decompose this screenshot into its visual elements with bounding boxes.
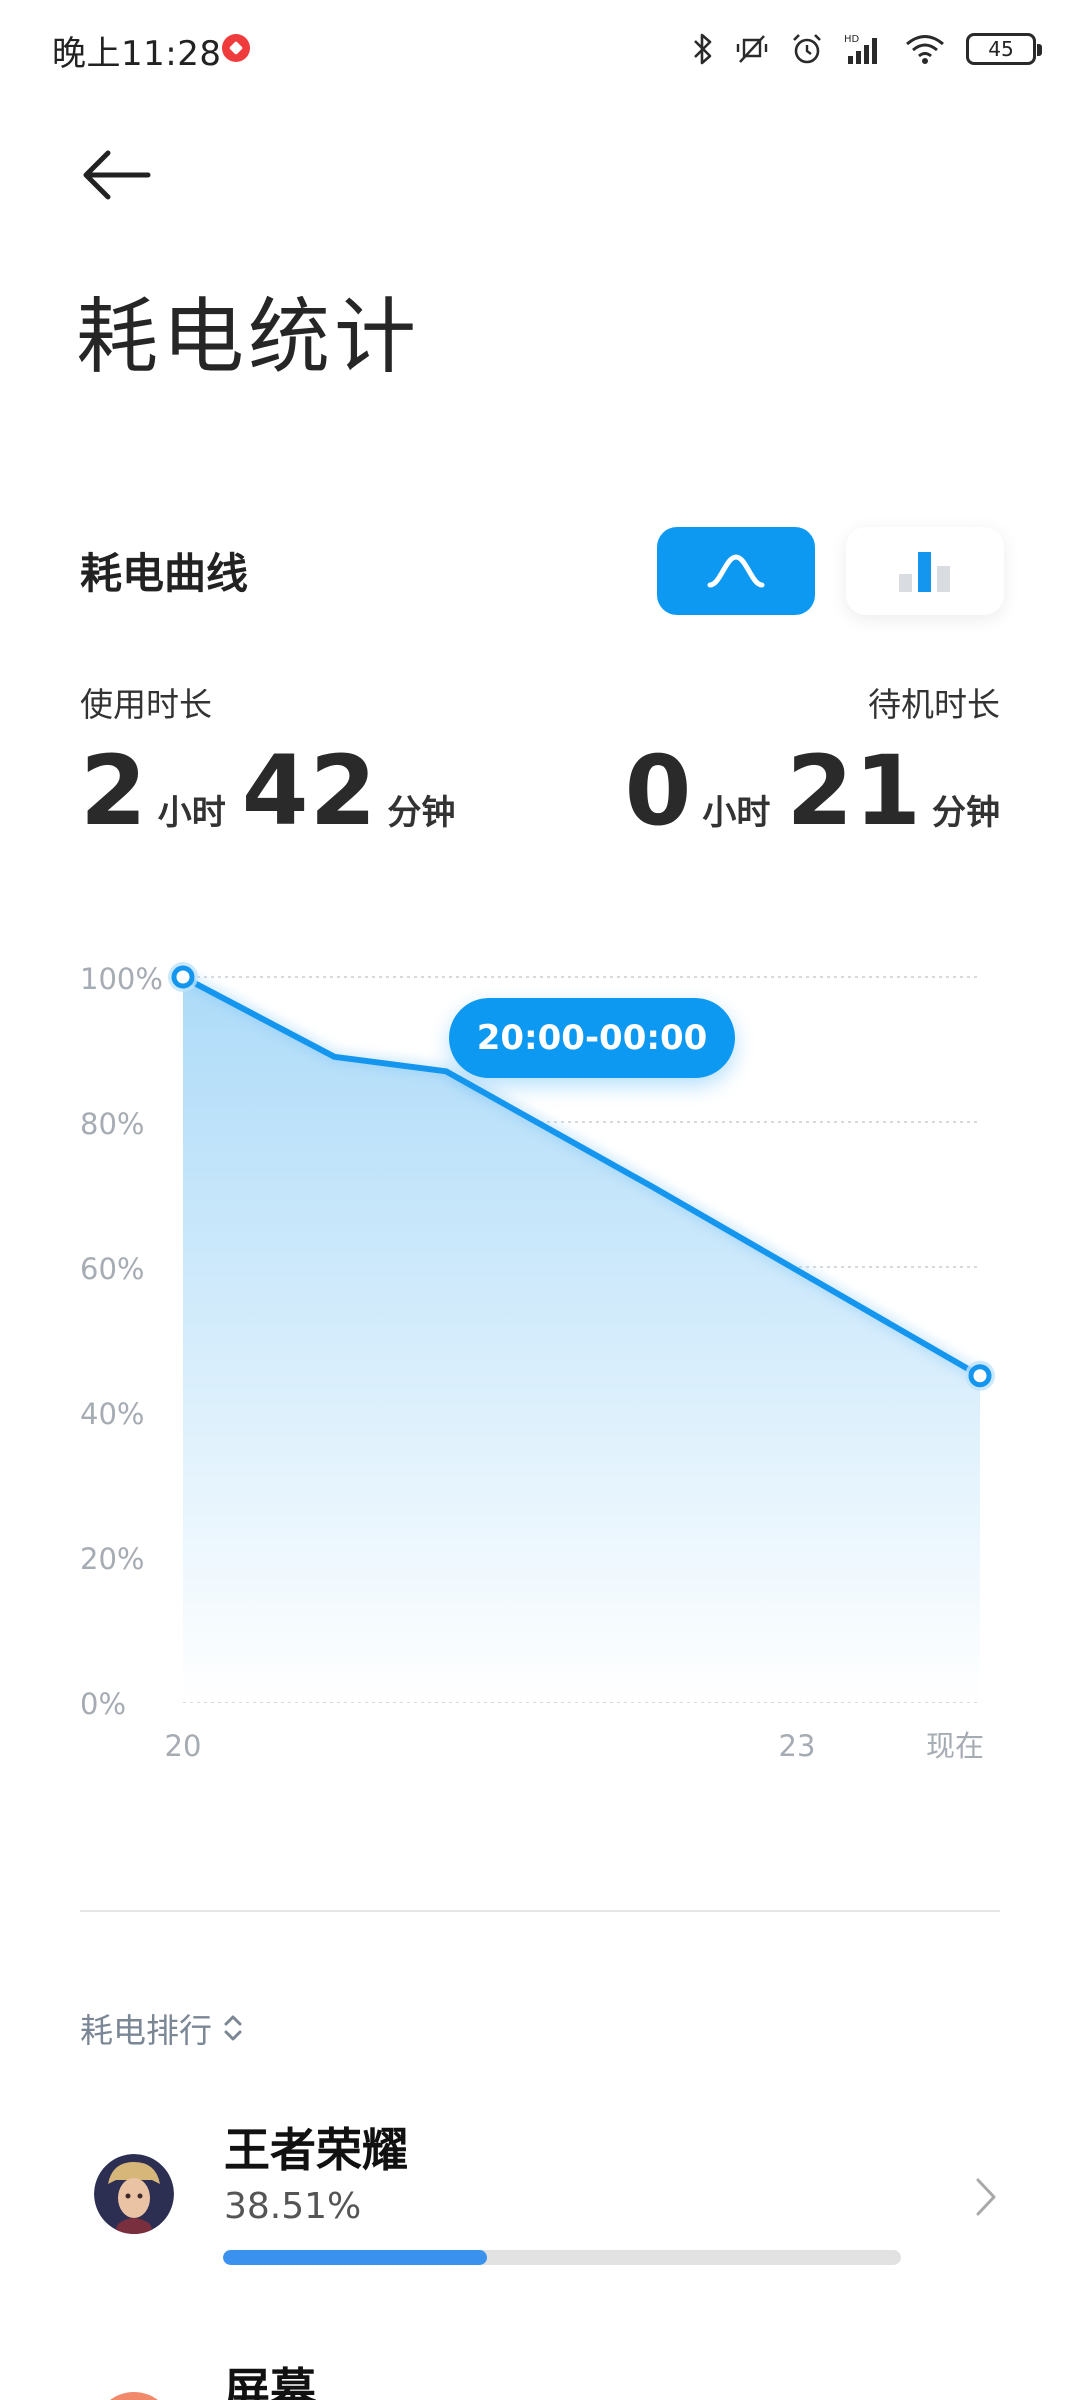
notification-app-icon	[222, 34, 250, 62]
battery-level: 45	[988, 37, 1014, 61]
wifi-icon	[906, 35, 944, 64]
usage-progress-bar	[223, 2250, 901, 2265]
area-fill	[183, 977, 980, 1702]
section-divider	[80, 1910, 1000, 1912]
status-time: 晚上11:28	[52, 34, 222, 74]
usage-duration-value: 2 小时 42 分钟	[80, 735, 455, 847]
sort-updown-icon	[224, 2015, 242, 2041]
y-tick-label: 60%	[80, 1252, 144, 1286]
standby-hours: 0	[624, 735, 693, 847]
chevron-right-icon	[976, 2178, 996, 2216]
app-name: 王者荣耀	[224, 2123, 408, 2177]
usage-minutes-unit: 分钟	[387, 793, 456, 833]
usage-hours-unit: 小时	[157, 793, 226, 833]
hd-signal-icon: HD	[844, 34, 877, 64]
y-tick-label: 0%	[80, 1687, 126, 1721]
app-percent: 38.51%	[224, 2186, 362, 2227]
x-tick-label: 现在	[926, 1729, 984, 1763]
bar-chart-icon	[899, 552, 950, 592]
page-title: 耗电统计	[76, 290, 421, 385]
curve-view-button[interactable]	[657, 527, 815, 615]
bar-view-button[interactable]	[846, 527, 1004, 615]
data-point	[171, 965, 195, 989]
usage-progress-fill	[223, 2250, 488, 2265]
y-tick-label: 40%	[80, 1397, 144, 1431]
standby-hours-unit: 小时	[702, 793, 771, 833]
y-tick-label: 80%	[80, 1107, 144, 1141]
ranking-sort-button[interactable]: 耗电排行	[80, 2004, 244, 2052]
battery-icon: 45	[966, 33, 1042, 65]
alarm-icon	[793, 34, 821, 64]
vibrate-off-icon	[736, 35, 768, 63]
battery-curve-chart[interactable]: 100% 80% 60% 40% 20% 0% 20 23 现在 20:00-00:00	[0, 940, 1080, 1820]
ranking-sort-label: 耗电排行	[80, 2011, 212, 2050]
screen-icon	[94, 2392, 174, 2400]
data-point	[968, 1364, 992, 1388]
standby-minutes: 21	[786, 735, 922, 847]
status-bar: 晚上11:28 HD 45	[0, 0, 1080, 96]
svg-text:HD: HD	[844, 34, 860, 45]
x-tick-label: 20	[165, 1729, 202, 1763]
back-arrow-icon[interactable]	[78, 140, 158, 210]
app-name: 屏幕	[224, 2363, 316, 2400]
chart-tooltip: 20:00-00:00	[449, 998, 735, 1078]
x-tick-label: 23	[779, 1729, 816, 1763]
usage-duration-label: 使用时长	[80, 685, 212, 724]
standby-duration-label: 待机时长	[868, 685, 1000, 724]
standby-minutes-unit: 分钟	[932, 793, 1000, 833]
standby-duration-value: 0 小时 21 分钟	[625, 735, 1000, 847]
usage-hours: 2	[80, 735, 148, 847]
y-tick-label: 20%	[80, 1542, 144, 1576]
bluetooth-icon	[694, 33, 712, 65]
game-avatar-icon	[94, 2154, 174, 2234]
usage-minutes: 42	[241, 735, 378, 847]
section-title-curve: 耗电曲线	[80, 549, 249, 598]
status-icons: HD 45	[692, 26, 1042, 72]
y-tick-label: 100%	[80, 962, 163, 996]
curve-icon	[707, 554, 765, 588]
